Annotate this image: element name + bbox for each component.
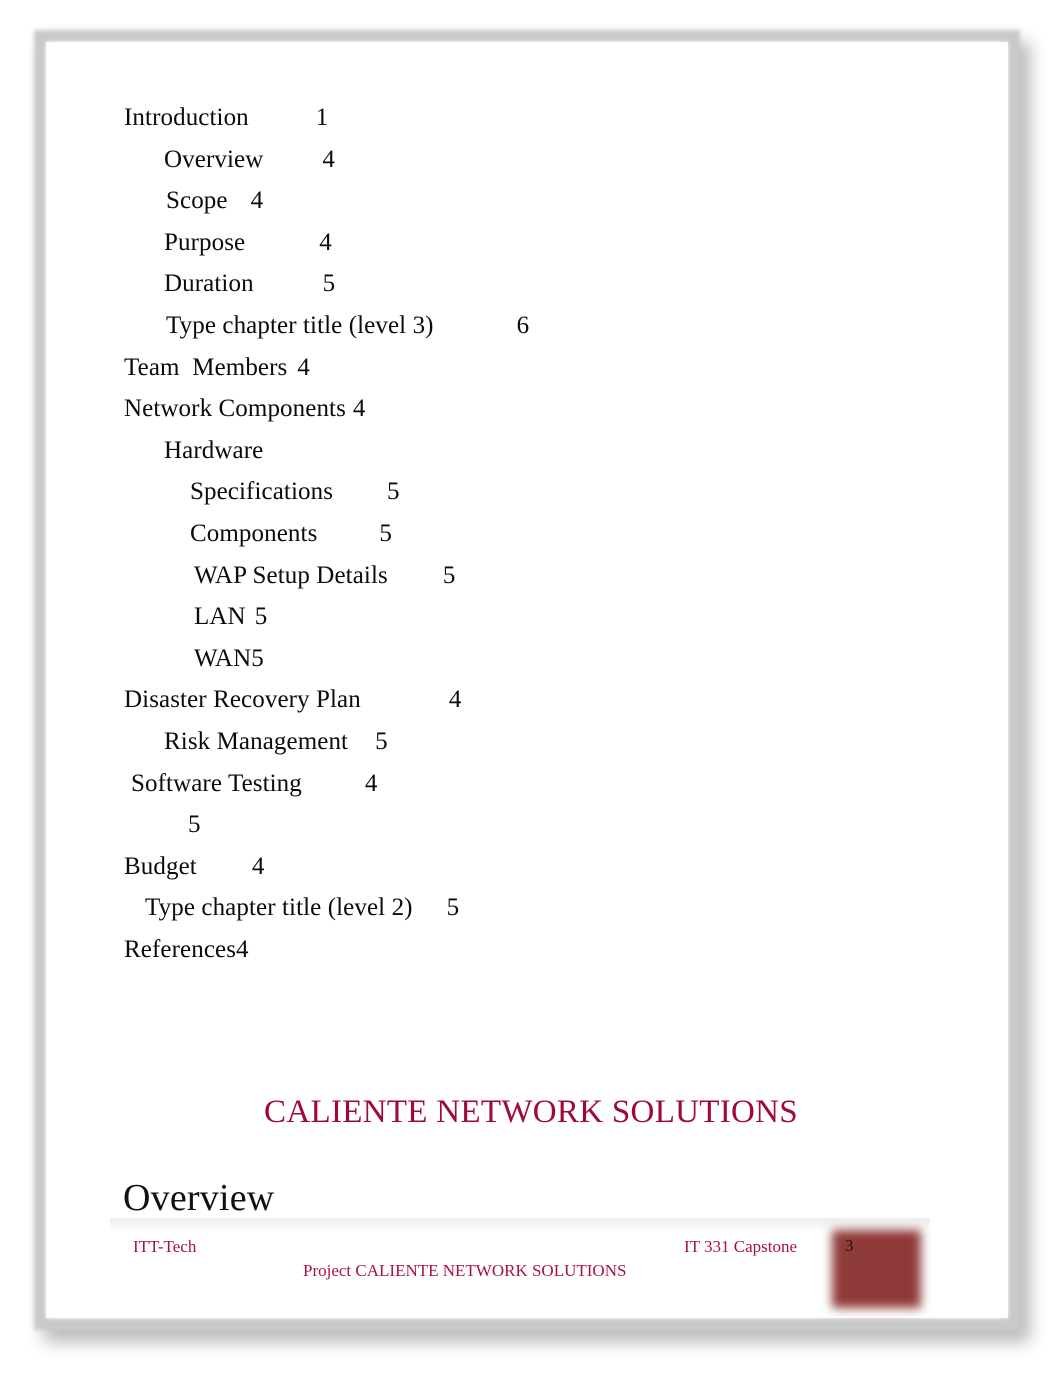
toc-entry-page: 5 xyxy=(446,894,460,922)
toc-entry-title: LAN xyxy=(194,603,246,631)
toc-entry-page: 5 xyxy=(322,270,336,298)
toc-entry-page: 4 xyxy=(364,769,378,797)
toc-entry-page: 4 xyxy=(297,353,310,381)
toc-entry-title: Components xyxy=(190,519,318,547)
footer-course: IT 331 Capstone xyxy=(684,1237,798,1256)
page-number: 3 xyxy=(845,1236,854,1255)
toc-entry-title: Budget xyxy=(124,852,197,880)
toc-entry-overview[interactable]: Overview 4 xyxy=(124,146,904,188)
toc-entry-page: 6 xyxy=(516,311,530,339)
toc-entry-page: 5 xyxy=(375,727,388,755)
toc-entry-page: 5 xyxy=(442,561,456,589)
toc-entry-title: Overview xyxy=(164,145,264,173)
footer-institution: ITT-Tech xyxy=(133,1237,197,1256)
toc-entry-title: Software Testing xyxy=(131,769,302,797)
toc-entry-page: 4 xyxy=(319,228,332,256)
page-footer: ITT-Tech IT 331 Capstone Project CALIENT… xyxy=(0,1232,1062,1302)
toc-entry-components[interactable]: Components 5 xyxy=(124,520,904,562)
toc-entry-page: 4 xyxy=(322,145,335,173)
toc-entry-risk-management[interactable]: Risk Management 5 xyxy=(124,728,904,770)
toc-entry-page: 5 xyxy=(254,603,268,631)
toc-entry-software-testing[interactable]: Software Testing 4 xyxy=(124,770,904,812)
page-title: CALIENTE NETWORK SOLUTIONS xyxy=(264,1094,798,1130)
toc-entry-title: WAN xyxy=(194,644,252,672)
toc-entry-type-chapter-title-level-2[interactable]: Type chapter title (level 2) 5 xyxy=(124,894,904,936)
toc-entry-wap-setup-details[interactable]: WAP Setup Details 5 xyxy=(124,562,904,604)
toc-entry-introduction[interactable]: Introduction 1 xyxy=(124,104,904,146)
toc-entry-page: 1 xyxy=(315,104,329,131)
toc-entry-title: References xyxy=(124,935,237,963)
toc-entry-team-members[interactable]: Team Members 4 xyxy=(124,354,904,396)
section-heading-overview: Overview xyxy=(123,1177,275,1219)
toc-entry-page: 5 xyxy=(188,811,201,839)
toc-entry-title: Network Components xyxy=(124,395,346,423)
toc-entry-unnamed[interactable]: 5 xyxy=(124,811,904,853)
toc-entry-duration[interactable]: Duration 5 xyxy=(124,270,904,312)
toc-entry-title: Scope xyxy=(166,187,228,215)
footer-divider xyxy=(110,1218,930,1232)
table-of-contents: Introduction 1 Overview 4 Scope 4 Purpos… xyxy=(124,104,904,977)
toc-entry-page: 4 xyxy=(250,187,264,215)
toc-entry-title: Type chapter title (level 3) xyxy=(166,311,434,339)
document-content: Introduction 1 Overview 4 Scope 4 Purpos… xyxy=(0,0,1062,1376)
toc-entry-title: WAP Setup Details xyxy=(194,561,388,589)
toc-entry-references[interactable]: References 4 xyxy=(124,936,904,978)
toc-entry-title: Purpose xyxy=(164,228,246,256)
toc-entry-page: 4 xyxy=(448,686,462,714)
toc-entry-page: 4 xyxy=(251,852,265,880)
toc-entry-title: Type chapter title (level 2) xyxy=(145,894,413,922)
toc-entry-title: Risk Management xyxy=(164,727,349,755)
toc-entry-specifications[interactable]: Specifications 5 xyxy=(124,478,904,520)
toc-entry-title: Duration xyxy=(164,270,254,298)
toc-entry-hardware[interactable]: Hardware xyxy=(124,437,904,479)
toc-entry-page: 5 xyxy=(251,644,264,672)
toc-entry-budget[interactable]: Budget 4 xyxy=(124,853,904,895)
toc-entry-purpose[interactable]: Purpose 4 xyxy=(124,229,904,271)
toc-entry-network-components[interactable]: Network Components 4 xyxy=(124,395,904,437)
toc-entry-title: Specifications xyxy=(190,478,334,506)
toc-entry-page: 5 xyxy=(379,519,393,547)
toc-entry-disaster-recovery-plan[interactable]: Disaster Recovery Plan 4 xyxy=(124,686,904,728)
toc-entry-wan[interactable]: WAN 5 xyxy=(124,645,904,687)
toc-entry-title: Introduction xyxy=(124,104,249,131)
toc-entry-scope[interactable]: Scope 4 xyxy=(124,187,904,229)
toc-entry-page: 4 xyxy=(352,395,366,423)
toc-entry-title: Team Members xyxy=(124,353,288,381)
toc-entry-title: Hardware xyxy=(164,436,264,464)
toc-entry-title: Disaster Recovery Plan xyxy=(124,686,361,714)
toc-entry-type-chapter-title-level-3[interactable]: Type chapter title (level 3) 6 xyxy=(124,312,904,354)
toc-entry-lan[interactable]: LAN 5 xyxy=(124,603,904,645)
toc-entry-page: 4 xyxy=(236,935,249,963)
footer-project: Project CALIENTE NETWORK SOLUTIONS xyxy=(303,1261,627,1280)
toc-entry-page: 5 xyxy=(387,478,400,506)
